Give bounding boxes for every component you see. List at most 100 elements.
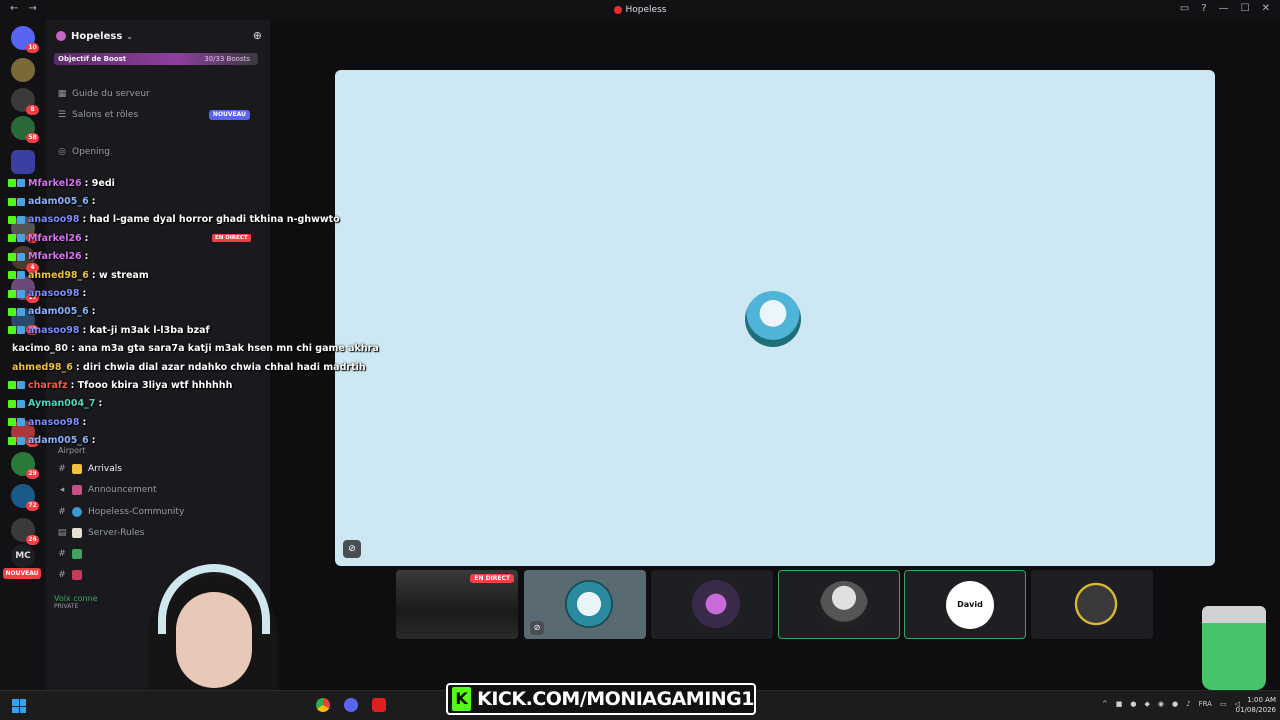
voice-status: Voix conne xyxy=(54,594,98,603)
voice-stage: ⊘ EN DIRECT ⊘ David Leoo xyxy=(270,20,1280,690)
clock-time: 1:00 AM xyxy=(1247,696,1276,704)
server-icon[interactable] xyxy=(11,58,35,82)
discord-icon[interactable] xyxy=(344,698,358,712)
focused-video[interactable]: ⊘ xyxy=(335,70,1215,566)
inbox-icon[interactable]: ▭ xyxy=(1180,3,1189,14)
participant-avatar xyxy=(820,581,868,629)
user-avatar xyxy=(745,291,801,347)
server-icon[interactable]: 26 xyxy=(11,518,39,545)
participant-tile[interactable] xyxy=(1031,570,1153,639)
hash-icon: # xyxy=(58,570,66,580)
participant-tile[interactable] xyxy=(651,570,773,639)
chat-username: adam005_6 xyxy=(28,435,89,447)
chat-username: anasoo98 xyxy=(28,288,80,300)
kick-badge-icon xyxy=(8,289,16,298)
rules-icon: ▤ xyxy=(57,528,67,538)
app-icon[interactable] xyxy=(372,698,386,712)
chat-message: anasoo98: xyxy=(8,413,348,431)
close-icon[interactable]: ✕ xyxy=(1262,3,1270,14)
subscriber-badge-icon xyxy=(17,271,25,280)
channel-label: Server-Rules xyxy=(88,528,145,538)
channel-label: Arrivals xyxy=(88,464,122,474)
video-off-icon: ⊘ xyxy=(530,621,544,635)
network-icon[interactable]: ▭ xyxy=(1220,700,1227,708)
voice-connected-panel[interactable]: Voix conne PRIVATE xyxy=(54,594,98,610)
chat-message: Mfarkel26: xyxy=(8,229,348,247)
participant-tile[interactable]: David Leoo xyxy=(904,570,1026,639)
subscriber-badge-icon xyxy=(17,252,25,261)
clock[interactable]: 1:00 AM 01/08/2026 xyxy=(1236,695,1276,715)
tray-app-icon[interactable]: ● xyxy=(1172,700,1178,708)
guild-icon xyxy=(56,31,66,41)
steam-icon[interactable]: ◉ xyxy=(1158,700,1164,708)
chat-text: : xyxy=(84,251,89,263)
kick-badge-icon xyxy=(8,234,16,243)
channels-roles-item[interactable]: ☰ Salons et rôles NOUVEAU xyxy=(56,107,260,123)
participant-tile[interactable]: ⊘ xyxy=(524,570,646,639)
server-guide-label: Guide du serveur xyxy=(72,89,150,99)
kick-badge-icon xyxy=(8,252,16,261)
server-icon[interactable]: 72 xyxy=(11,484,39,511)
new-badge: NOUVEAU xyxy=(208,110,250,120)
server-icon-mc[interactable]: MC xyxy=(11,544,35,568)
tray-app-icon[interactable]: ◆ xyxy=(1145,700,1150,708)
chat-text: : xyxy=(82,416,87,428)
chat-text: : xyxy=(91,306,96,318)
channel-hidden[interactable]: # xyxy=(56,546,88,562)
windows-start-icon[interactable] xyxy=(12,699,26,713)
maximize-icon[interactable]: ☐ xyxy=(1241,3,1250,14)
title-bar: ← → Hopeless ▭ ? — ☐ ✕ xyxy=(0,0,1280,20)
channel-rules[interactable]: ▤ Server-Rules xyxy=(56,525,144,541)
language-indicator[interactable]: FRA xyxy=(1199,700,1212,708)
chat-username: adam005_6 xyxy=(28,306,89,318)
channel-announcement[interactable]: ◂ Announcement xyxy=(56,482,157,498)
server-icon[interactable]: 58 xyxy=(11,116,39,143)
subscriber-badge-icon xyxy=(17,418,25,427)
direct-messages-button[interactable]: 10 xyxy=(11,26,39,53)
channel-opening[interactable]: ◎ Opening xyxy=(56,144,110,160)
server-icon[interactable]: 8 xyxy=(11,88,39,115)
channels-roles-label: Salons et rôles xyxy=(72,110,139,120)
channel-hidden[interactable]: # xyxy=(56,567,88,583)
channel-arrivals[interactable]: # Arrivals xyxy=(56,461,122,477)
unread-badge: 29 xyxy=(26,469,39,479)
kick-badge-icon xyxy=(8,179,16,188)
server-guide-item[interactable]: ▦ Guide du serveur xyxy=(56,86,150,102)
window-controls: ▭ ? — ☐ ✕ xyxy=(1180,3,1270,14)
help-icon[interactable]: ? xyxy=(1201,3,1206,14)
unread-badge: 72 xyxy=(26,501,39,511)
unread-badge: 8 xyxy=(26,105,39,115)
subscriber-badge-icon xyxy=(17,307,25,316)
channel-label: Announcement xyxy=(88,485,157,495)
kick-badge-icon xyxy=(8,381,16,390)
chat-text: : xyxy=(82,288,87,300)
chat-text: : w stream xyxy=(91,269,149,281)
chrome-icon[interactable] xyxy=(316,698,330,712)
server-icon[interactable]: 29 xyxy=(11,452,39,479)
kick-badge-icon xyxy=(8,436,16,445)
subscriber-badge-icon xyxy=(17,289,25,298)
kick-badge-icon xyxy=(8,399,16,408)
stream-tile[interactable]: EN DIRECT xyxy=(396,570,518,639)
tray-app-icon[interactable]: ● xyxy=(1130,700,1136,708)
boost-goal-bar[interactable]: Objectif de Boost 30/33 Boosts xyxy=(54,53,258,65)
chevron-down-icon: ⌄ xyxy=(126,31,133,41)
system-tray: ^ ■ ● ◆ ◉ ● ♪ FRA ▭ ◁ xyxy=(1102,700,1240,708)
chat-message: adam005_6: xyxy=(8,303,348,321)
invite-people-icon[interactable]: ⊕ xyxy=(253,29,262,42)
tray-app-icon[interactable]: ■ xyxy=(1116,700,1123,708)
new-badge: NOUVEAU xyxy=(3,568,41,579)
minimize-icon[interactable]: — xyxy=(1219,3,1229,14)
subscriber-badge-icon xyxy=(17,436,25,445)
participant-tile[interactable] xyxy=(778,570,900,639)
chat-username: Mfarkel26 xyxy=(28,251,82,263)
chevron-up-icon[interactable]: ^ xyxy=(1102,700,1108,708)
guild-header[interactable]: Hopeless ⌄ ⊕ xyxy=(56,28,264,44)
channel-community[interactable]: # Hopeless-Community xyxy=(56,504,184,520)
kick-url: KICK.COM/MONIAGAMING1 xyxy=(477,688,754,710)
server-folder[interactable] xyxy=(11,150,35,174)
chat-text: : Tfooo kbira 3liya wtf hhhhhh xyxy=(70,379,233,391)
chat-message: anasoo98: kat-ji m3ak l-l3ba bzaf xyxy=(8,321,348,339)
subscriber-badge-icon xyxy=(17,381,25,390)
mic-icon[interactable]: ♪ xyxy=(1186,700,1190,708)
